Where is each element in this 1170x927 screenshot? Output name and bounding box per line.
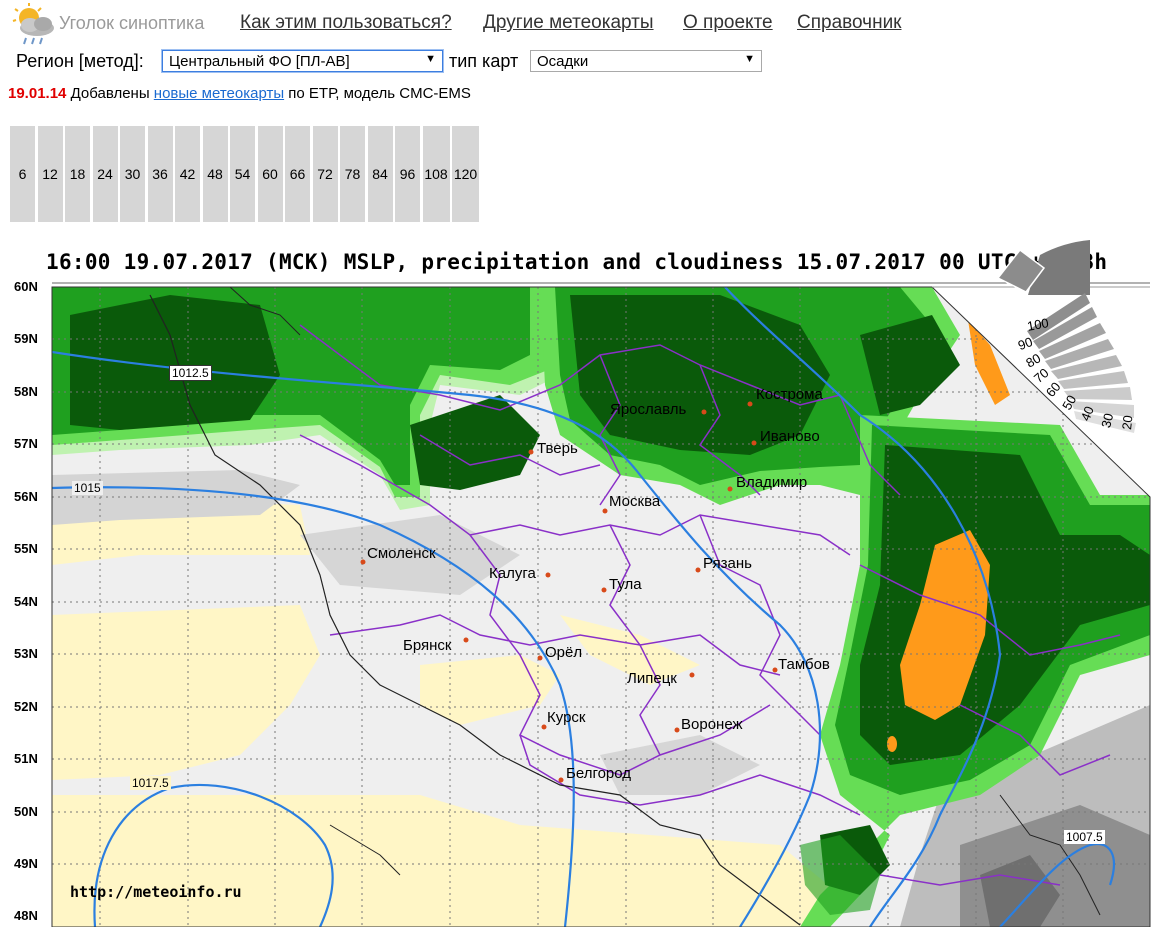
city-label: Курск	[547, 709, 586, 726]
hour-button-108[interactable]: 108	[422, 126, 450, 222]
city-label: Тверь	[537, 440, 578, 457]
region-select-value: Центральный ФО [ПЛ-АВ]	[169, 53, 350, 70]
hour-button-18[interactable]: 18	[65, 126, 90, 222]
map-canvas	[51, 240, 1151, 927]
news-text-after: по ЕТР, модель CMC-EMS	[288, 85, 471, 102]
map-type-select[interactable]: Осадки ▼	[530, 50, 762, 72]
city-label: Тамбов	[778, 656, 830, 673]
hour-button-84[interactable]: 84	[367, 126, 393, 222]
sun-cloud-rain-icon[interactable]	[10, 3, 58, 47]
hour-button-36[interactable]: 36	[147, 126, 173, 222]
hour-button-72[interactable]: 72	[312, 126, 338, 222]
city-label: Тула	[609, 576, 642, 593]
hour-button-12[interactable]: 12	[37, 126, 63, 222]
dropdown-arrow-icon: ▼	[425, 53, 436, 65]
hour-button-48[interactable]: 48	[202, 126, 228, 222]
hour-button-120[interactable]: 120	[452, 126, 479, 222]
hour-button-60[interactable]: 60	[257, 126, 283, 222]
city-label: Воронеж	[681, 716, 743, 733]
map-credit: http://meteoinfo.ru	[70, 883, 242, 901]
news-date: 19.01.14	[8, 85, 67, 102]
weather-map: 16:00 19.07.2017 (МСК) MSLP, precipitati…	[0, 235, 1170, 927]
brand-title: Уголок синоптика	[59, 13, 205, 33]
city-label: Москва	[609, 493, 661, 510]
city-label: Калуга	[489, 565, 536, 582]
city-label: Белгород	[566, 765, 632, 782]
region-label: Регион [метод]:	[16, 51, 144, 71]
map-controls: Регион [метод]: Центральный ФО [ПЛ-АВ] ▼…	[16, 49, 776, 75]
city-label: Ярославль	[610, 401, 687, 418]
city-label: Иваново	[760, 428, 820, 445]
region-select[interactable]: Центральный ФО [ПЛ-АВ] ▼	[162, 50, 443, 72]
cloudiness-scale	[996, 240, 1090, 295]
nav-reference[interactable]: Справочник	[797, 12, 902, 34]
map-type-select-value: Осадки	[537, 53, 589, 70]
isobar-label: 1012.5	[169, 365, 212, 381]
hour-button-54[interactable]: 54	[230, 126, 255, 222]
city-label: Орёл	[545, 644, 583, 661]
city-label: Липецк	[627, 670, 677, 687]
city-label: Брянск	[403, 637, 452, 654]
news-link[interactable]: новые метеокарты	[154, 85, 284, 102]
hour-button-6[interactable]: 6	[10, 126, 35, 222]
forecast-hour-strip: 6 12 18 24 30 36 42 48 54 60 66 72 78 84…	[10, 126, 482, 222]
nav-other-maps[interactable]: Другие метеокарты	[483, 12, 654, 34]
map-type-label: тип карт	[449, 51, 519, 71]
city-label: Кострома	[756, 386, 823, 403]
city-label: Рязань	[703, 555, 752, 572]
top-bar: Уголок синоптика Как этим пользоваться? …	[0, 0, 1170, 46]
city-label: Владимир	[736, 474, 808, 491]
news-line: 19.01.14 Добавлены новые метеокарты по Е…	[8, 85, 471, 102]
hour-button-96[interactable]: 96	[395, 126, 420, 222]
hour-button-42[interactable]: 42	[175, 126, 200, 222]
nav-how-to-use[interactable]: Как этим пользоваться?	[240, 12, 452, 34]
hour-button-78[interactable]: 78	[340, 126, 365, 222]
isobar-label: 1007.5	[1064, 830, 1105, 844]
hour-button-66[interactable]: 66	[285, 126, 310, 222]
isobar-label: 1017.5	[130, 776, 171, 790]
cloud-scale-label: 20	[1119, 414, 1136, 431]
dropdown-arrow-icon: ▼	[744, 53, 755, 65]
city-label: Смоленск	[367, 545, 436, 562]
nav-about[interactable]: О проекте	[683, 12, 773, 34]
isobar-label: 1015	[72, 481, 103, 495]
hour-button-30[interactable]: 30	[120, 126, 145, 222]
hour-button-24[interactable]: 24	[92, 126, 118, 222]
news-text-before: Добавлены	[70, 85, 150, 102]
